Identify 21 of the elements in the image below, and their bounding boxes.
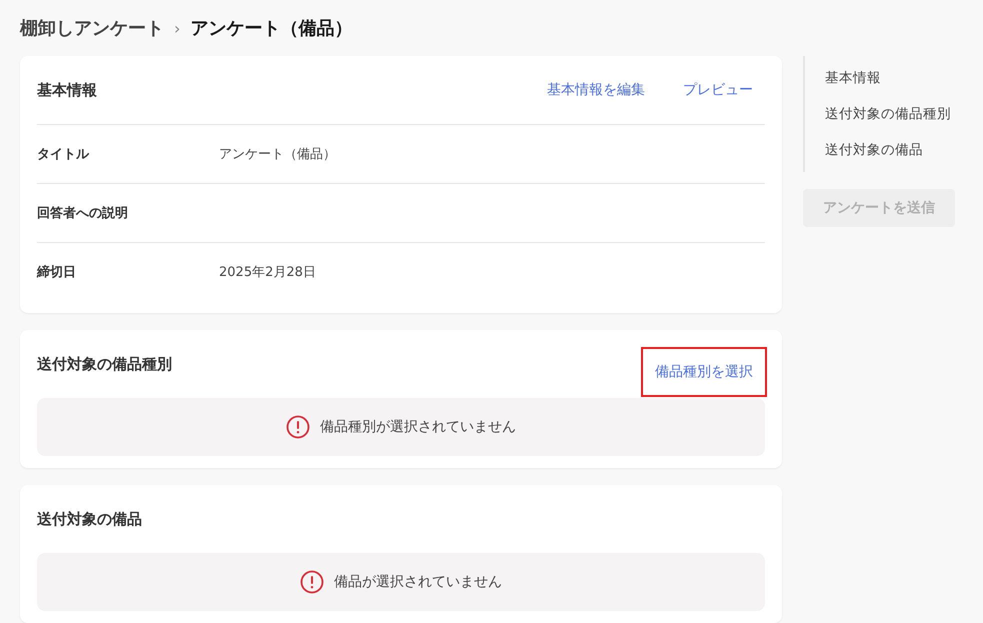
alert-icon [286,415,310,439]
page-title: アンケート（備品） [190,17,352,40]
empty-message: 備品種別が選択されていません [320,418,516,436]
empty-message: 備品が選択されていません [334,573,502,591]
alert-icon [300,570,324,594]
field-label: 締切日 [37,264,77,281]
field-label: 回答者への説明 [37,205,129,222]
nav-link[interactable]: 基本情報 [805,60,958,96]
section-title: 送付対象の備品種別 [37,354,172,374]
breadcrumb-separator: › [174,18,180,38]
section-title: 送付対象の備品 [37,510,142,528]
nav-link[interactable]: 送付対象の備品種別 [805,96,958,132]
breadcrumb-link[interactable]: 棚卸しアンケート [20,16,164,40]
action-link[interactable]: 基本情報を編集 [533,75,659,105]
field-value: 2025年2月28日 [219,264,316,281]
field-label: タイトル [37,146,90,163]
nav-link[interactable]: 送付対象の備品 [805,132,958,168]
action-link[interactable]: プレビュー [669,75,767,105]
section-title: 基本情報 [37,80,97,100]
field-value: アンケート（備品） [219,146,336,163]
action-link[interactable]: 備品種別を選択 [641,347,767,397]
